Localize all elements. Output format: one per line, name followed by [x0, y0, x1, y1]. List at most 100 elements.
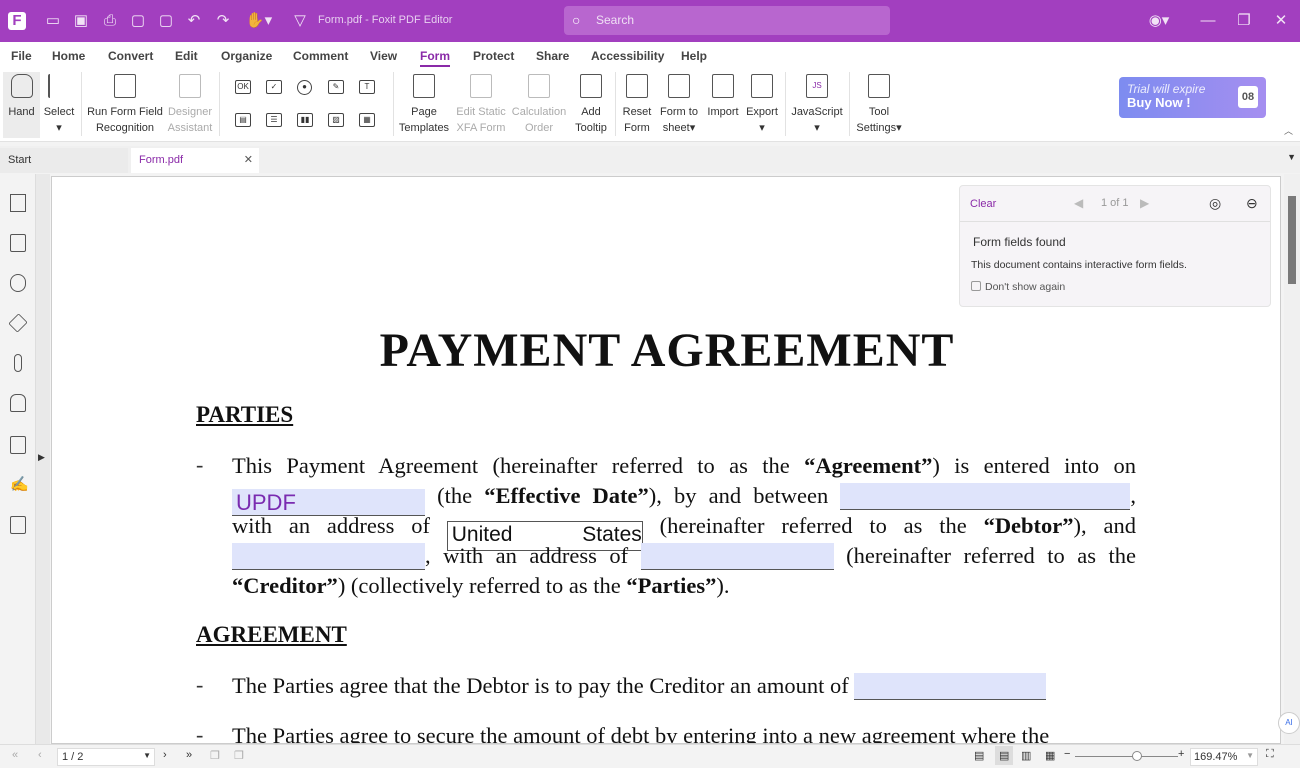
- signature-icon[interactable]: ✍: [10, 476, 26, 494]
- tab-list-dropdown-icon[interactable]: ▼: [1287, 152, 1296, 162]
- close-icon[interactable]: ✕: [1272, 12, 1290, 30]
- menu-comment[interactable]: Comment: [293, 49, 348, 63]
- scrollbar-thumb[interactable]: [1288, 196, 1296, 284]
- collapse-icon[interactable]: ⊖: [1246, 195, 1258, 212]
- checkbox-icon[interactable]: [971, 281, 981, 291]
- create-icon[interactable]: ▢: [157, 12, 175, 30]
- run-form-field-recognition-button[interactable]: Run Form FieldRecognition: [86, 72, 164, 136]
- dont-show-again-checkbox[interactable]: Don't show again: [971, 281, 1065, 293]
- close-tab-icon[interactable]: ✕: [244, 148, 253, 173]
- menu-file[interactable]: File: [11, 49, 32, 63]
- facing-icon[interactable]: ▥: [1021, 749, 1031, 762]
- fullscreen-icon[interactable]: ⛶: [1266, 748, 1274, 761]
- menu-form[interactable]: Form: [420, 49, 450, 67]
- previous-page-icon[interactable]: ‹: [38, 749, 42, 761]
- menu-accessibility[interactable]: Accessibility: [591, 49, 664, 63]
- combo-box-field-icon[interactable]: ▤: [235, 113, 251, 127]
- save-icon[interactable]: ▣: [72, 12, 90, 30]
- menu-organize[interactable]: Organize: [221, 49, 272, 63]
- menu-view[interactable]: View: [370, 49, 397, 63]
- attachments-icon[interactable]: [14, 354, 22, 372]
- amount-field[interactable]: [854, 673, 1046, 700]
- pages-icon[interactable]: [10, 234, 26, 252]
- zoom-slider-thumb[interactable]: [1132, 751, 1142, 761]
- tool-settings-button[interactable]: ToolSettings▾: [854, 72, 904, 136]
- menu-help[interactable]: Help: [681, 49, 707, 63]
- menu-protect[interactable]: Protect: [473, 49, 514, 63]
- expand-panel-icon[interactable]: ▶: [38, 452, 45, 463]
- hand-icon: [11, 74, 33, 98]
- tab-form-pdf[interactable]: Form.pdf✕: [131, 148, 259, 173]
- next-view-icon[interactable]: ❐: [234, 749, 244, 762]
- form-to-sheet-button[interactable]: Form tosheet▾: [658, 72, 700, 136]
- new-document-icon[interactable]: ▢: [129, 12, 147, 30]
- next-icon[interactable]: ▶: [1140, 196, 1149, 210]
- undo-icon[interactable]: ↶: [185, 12, 203, 30]
- settings-icon[interactable]: ◎: [1209, 195, 1221, 212]
- hand-button[interactable]: Hand: [3, 72, 40, 138]
- page-templates-button[interactable]: PageTemplates: [398, 72, 450, 136]
- menu-share[interactable]: Share: [536, 49, 569, 63]
- redo-icon[interactable]: ↷: [214, 12, 232, 30]
- form-fields-icon[interactable]: [10, 436, 26, 454]
- minimize-icon[interactable]: —: [1199, 12, 1217, 30]
- export-button[interactable]: Export▾: [744, 72, 780, 136]
- push-button-field-icon[interactable]: OK: [235, 80, 251, 94]
- zoom-out-icon[interactable]: −: [1064, 748, 1070, 760]
- security-lock-icon[interactable]: [10, 394, 26, 412]
- comments-icon[interactable]: [10, 274, 26, 292]
- reset-form-button[interactable]: ResetForm: [620, 72, 654, 136]
- collapse-ribbon-icon[interactable]: ︿: [1284, 124, 1293, 137]
- zoom-level-select[interactable]: 169.47%▼: [1190, 748, 1258, 766]
- zoom-in-icon[interactable]: +: [1178, 748, 1184, 760]
- restore-icon[interactable]: ❐: [1235, 12, 1253, 30]
- page-number-input[interactable]: 1 / 2▼: [57, 748, 155, 766]
- zoom-slider[interactable]: [1075, 756, 1178, 757]
- ai-assistant-icon[interactable]: AI: [1278, 712, 1300, 734]
- search-icon: ○: [572, 12, 580, 28]
- last-page-icon[interactable]: »: [186, 749, 192, 761]
- debtor-name-field[interactable]: [840, 483, 1130, 510]
- single-page-icon[interactable]: ▤: [974, 749, 984, 762]
- barcode-field-icon[interactable]: ▮▮: [297, 113, 313, 127]
- trial-buy-now-banner[interactable]: Trial will expire Buy Now ! 08: [1119, 77, 1266, 118]
- continuous-facing-icon[interactable]: ▦: [1045, 749, 1055, 762]
- account-icon[interactable]: ◉▾: [1144, 12, 1174, 30]
- previous-icon[interactable]: ◀: [1074, 196, 1083, 210]
- layers-icon[interactable]: [8, 313, 27, 332]
- open-folder-icon[interactable]: ▭: [44, 12, 62, 30]
- image-field-icon[interactable]: ▨: [328, 113, 344, 127]
- signature-field-icon[interactable]: ✎: [328, 80, 344, 94]
- text-field-icon[interactable]: T: [359, 80, 375, 94]
- bookmark-icon[interactable]: [10, 194, 26, 212]
- radio-button-field-icon[interactable]: ●: [297, 80, 312, 95]
- print-icon[interactable]: ⎙: [101, 12, 119, 30]
- clear-button[interactable]: Clear: [970, 198, 996, 210]
- customize-dropdown-icon[interactable]: ▽: [291, 12, 309, 30]
- chevron-down-icon[interactable]: ▼: [143, 751, 151, 760]
- continuous-page-icon[interactable]: ▤: [995, 746, 1013, 765]
- edit-static-xfa-form-button[interactable]: Edit StaticXFA Form: [454, 72, 508, 136]
- first-page-icon[interactable]: «: [12, 749, 18, 761]
- creditor-address-field[interactable]: [641, 543, 834, 570]
- menu-edit[interactable]: Edit: [175, 49, 198, 63]
- designer-assistant-button[interactable]: DesignerAssistant: [166, 72, 214, 136]
- previous-view-icon[interactable]: ❐: [210, 749, 220, 762]
- tab-start[interactable]: Start: [0, 148, 128, 173]
- compare-icon[interactable]: [10, 516, 26, 534]
- javascript-button[interactable]: JSJavaScript▾: [790, 72, 844, 136]
- menu-convert[interactable]: Convert: [108, 49, 153, 63]
- checkbox-field-icon[interactable]: ✓: [266, 80, 282, 94]
- vertical-scrollbar[interactable]: [1284, 174, 1300, 744]
- select-button[interactable]: Select▾: [42, 72, 76, 136]
- date-field-icon[interactable]: ▦: [359, 113, 375, 127]
- calculation-order-button[interactable]: CalculationOrder: [510, 72, 568, 136]
- search-input[interactable]: Search: [564, 6, 890, 35]
- list-box-field-icon[interactable]: ☰: [266, 113, 282, 127]
- next-page-icon[interactable]: ›: [163, 749, 167, 761]
- creditor-name-field[interactable]: [232, 543, 425, 570]
- import-button[interactable]: Import: [704, 72, 742, 120]
- add-tooltip-button[interactable]: AddTooltip: [572, 72, 610, 136]
- hand-tool-dropdown-icon[interactable]: ✋▾: [245, 12, 273, 30]
- menu-home[interactable]: Home: [52, 49, 85, 63]
